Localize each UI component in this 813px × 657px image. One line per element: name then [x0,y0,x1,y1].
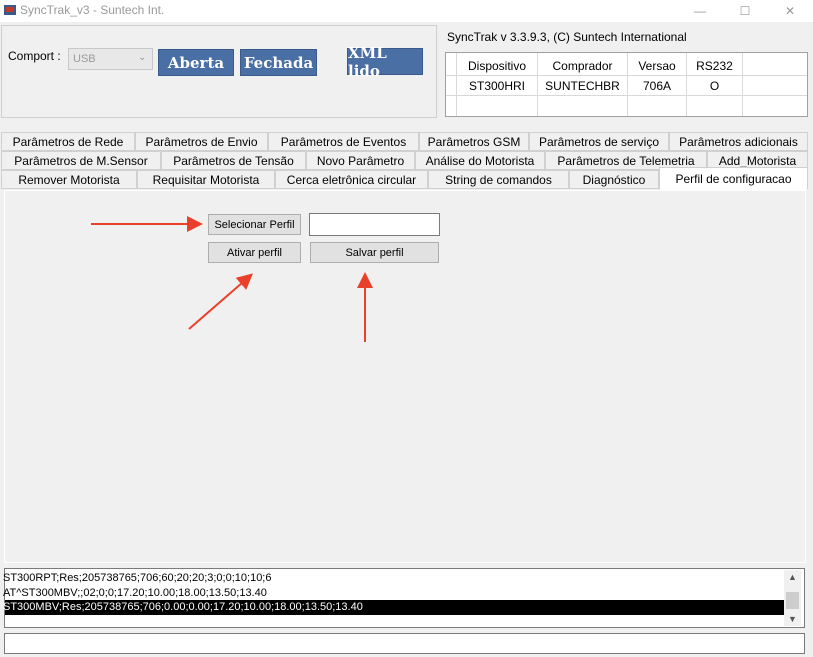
chevron-down-icon: ⌄ [138,52,147,63]
save-profile-button[interactable]: Salvar perfil [310,242,439,263]
table-divider [742,53,743,116]
table-cell: O [709,79,720,93]
maximize-button[interactable]: ☐ [725,0,765,22]
tab-requisitar-motorista[interactable]: Requisitar Motorista [137,170,275,189]
profile-path-input[interactable] [309,213,440,236]
table-header: RS232 [696,59,733,73]
table-header: Versao [638,59,676,73]
log-line-selected: ST300MBV;Res;205738765;706;0.00;0.00;17.… [3,601,363,613]
tab-parametros-msensor[interactable]: Parâmetros de M.Sensor [1,151,161,170]
tab-parametros-rede[interactable]: Parâmetros de Rede [1,132,135,151]
info-title: SyncTrak v 3.3.9.3, (C) Suntech Internat… [447,30,687,44]
minimize-button[interactable]: — [680,0,720,22]
table-header: Dispositivo [467,59,527,73]
scrollbar-thumb[interactable] [786,592,799,609]
tab-cerca-eletronica[interactable]: Cerca eletrônica circular [275,170,428,189]
table-cell: ST300HRI [468,79,526,93]
scroll-down-icon[interactable]: ▼ [788,614,797,624]
log-line: AT^ST300MBV;;02;0;0;17.20;10.00;18.00;13… [3,587,267,599]
comport-label: Comport : [8,49,61,63]
tab-parametros-tensao[interactable]: Parâmetros de Tensão [161,151,306,170]
close-port-button[interactable]: Fechada [240,49,317,76]
tab-parametros-servico[interactable]: Parâmetros de serviço [529,132,669,151]
tab-novo-parametro[interactable]: Novo Parâmetro [306,151,415,170]
command-input[interactable] [4,633,805,654]
scroll-up-icon[interactable]: ▲ [788,572,797,582]
tab-perfil-configuracao[interactable]: Perfil de configuracao [659,167,808,190]
open-port-button[interactable]: Aberta [158,49,234,76]
tab-parametros-adicionais[interactable]: Parâmetros adicionais [669,132,808,151]
xml-read-button[interactable]: XML lido [347,44,423,80]
tab-diagnostico[interactable]: Diagnóstico [569,170,659,189]
log-line: ST300RPT;Res;205738765;706;60;20;20;3;0;… [3,572,272,584]
select-profile-button[interactable]: Selecionar Perfil [208,214,301,235]
tab-parametros-gsm[interactable]: Parâmetros GSM [419,132,529,151]
table-header: Comprador [552,59,613,73]
app-icon [4,5,16,15]
tab-parametros-envio[interactable]: Parâmetros de Envio [135,132,268,151]
close-button[interactable]: ✕ [770,0,810,22]
tab-string-comandos[interactable]: String de comandos [428,170,569,189]
table-cell: 706A [642,79,672,93]
activate-profile-button[interactable]: Ativar perfil [208,242,301,263]
window-title: SyncTrak_v3 - Suntech Int. [20,3,165,17]
table-cell: SUNTECHBR [545,79,620,93]
tab-remover-motorista[interactable]: Remover Motorista [1,170,137,189]
tab-parametros-eventos[interactable]: Parâmetros de Eventos [268,132,419,151]
table-divider [446,95,807,96]
tab-analise-motorista[interactable]: Análise do Motorista [415,151,545,170]
table-divider [446,75,807,76]
